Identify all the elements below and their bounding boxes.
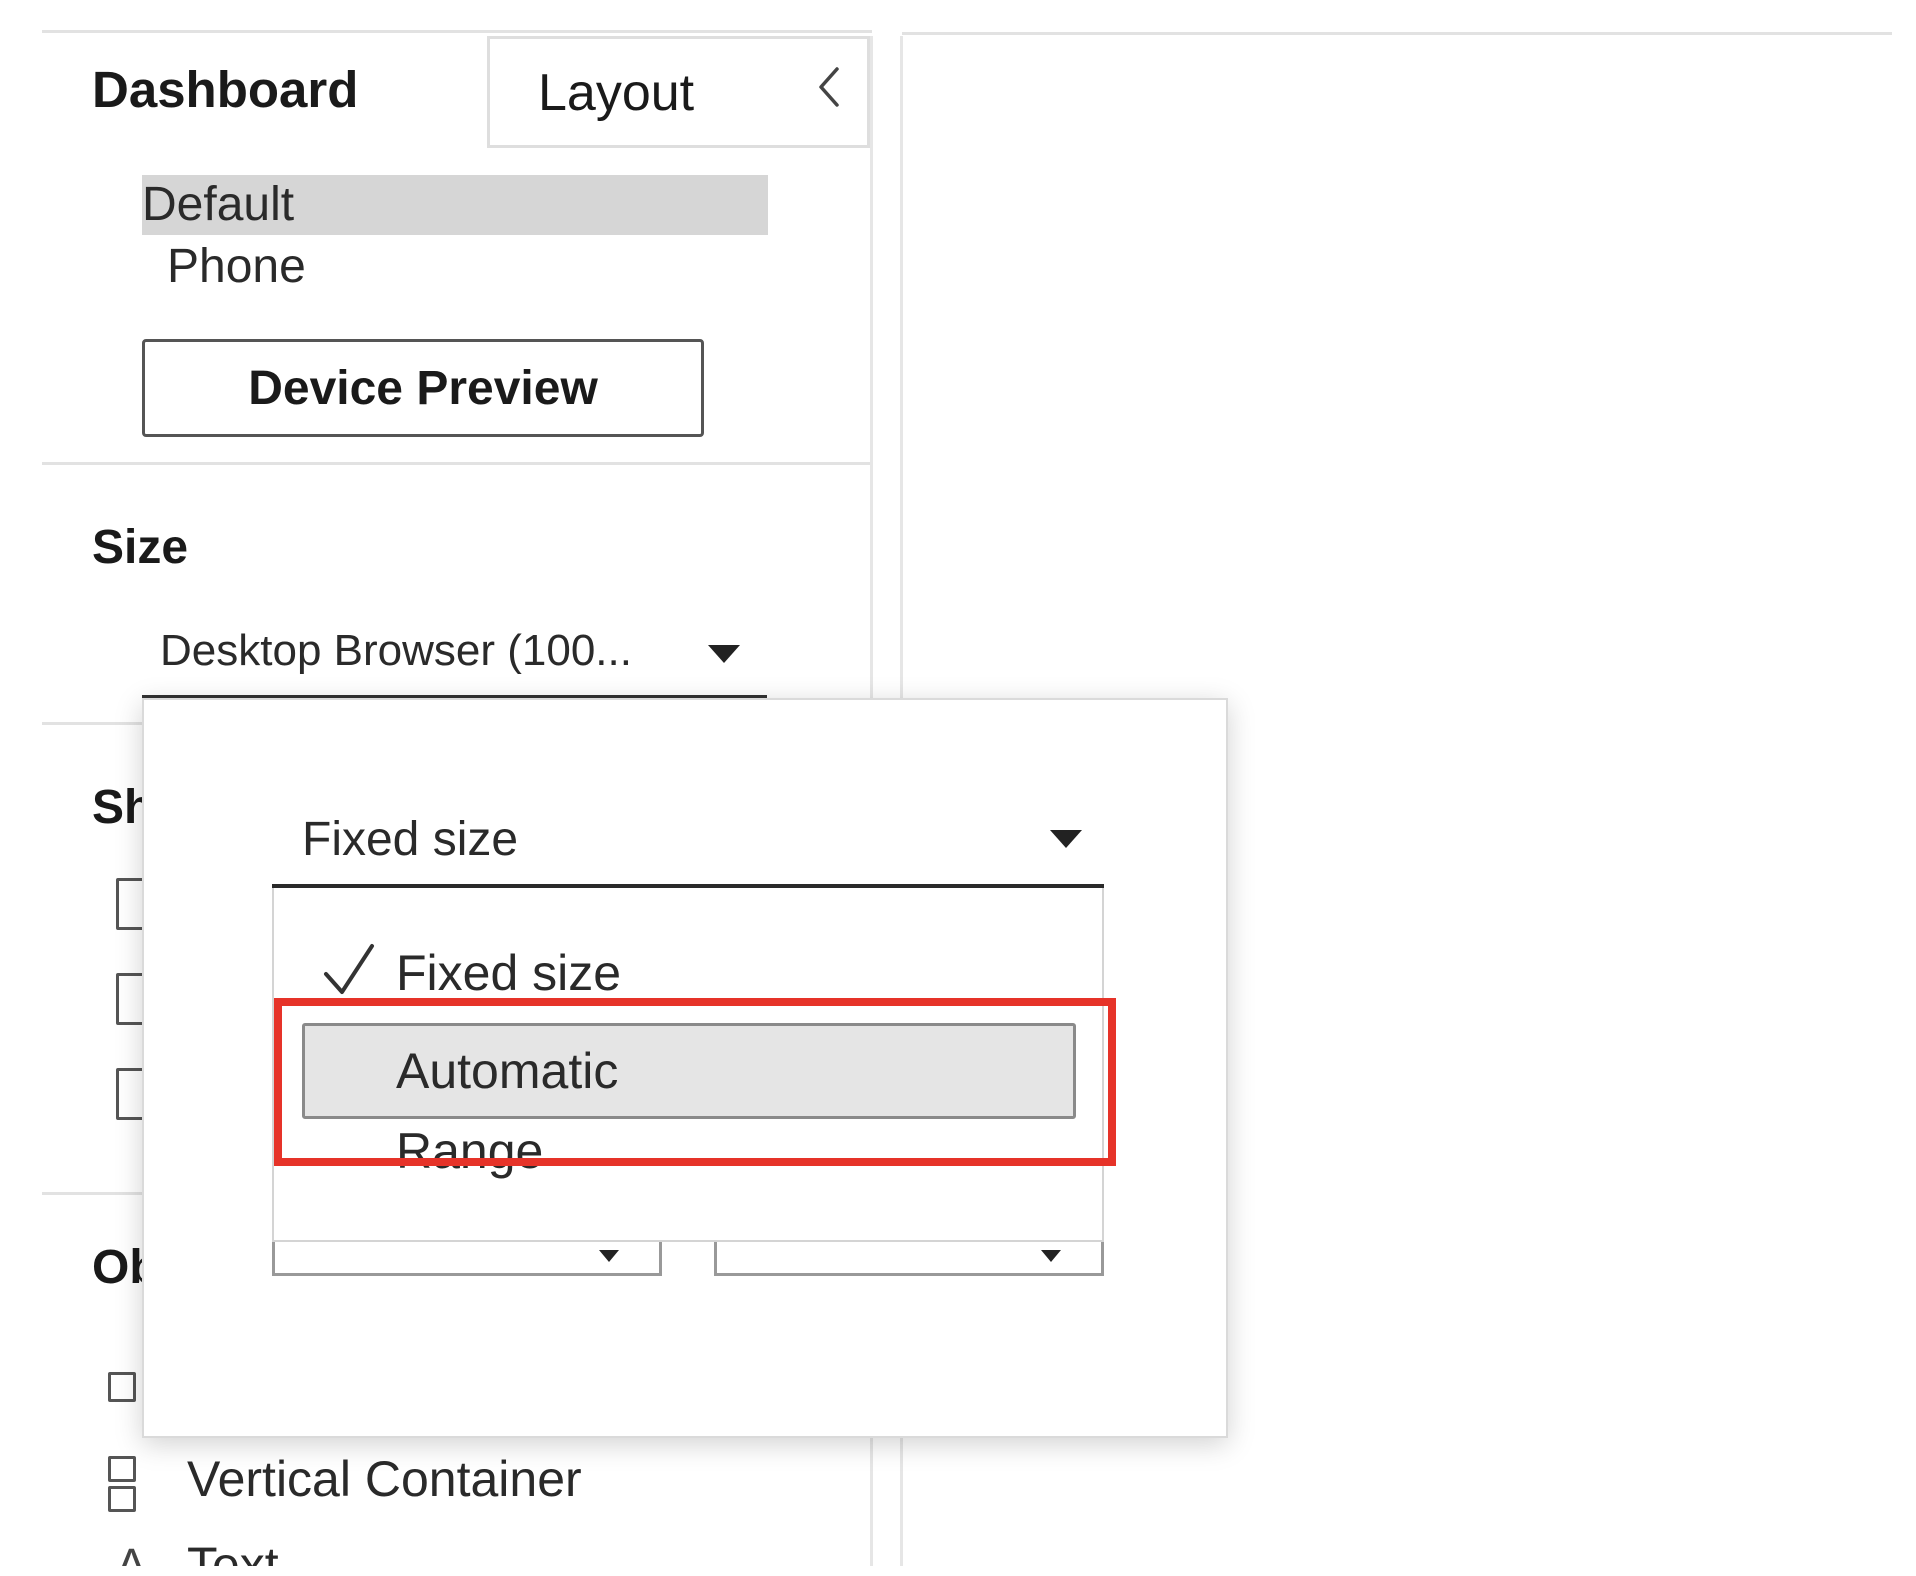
- tab-layout-label: Layout: [538, 64, 695, 122]
- layout-item-label: Phone: [167, 240, 306, 293]
- chevron-down-icon: [599, 1250, 619, 1262]
- vertical-container-icon-lower: [108, 1486, 136, 1512]
- size-select-value: Desktop Browser (100...: [160, 626, 632, 675]
- tab-dashboard[interactable]: Dashboard: [92, 60, 358, 119]
- device-preview-button[interactable]: Device Preview: [142, 339, 704, 437]
- vertical-container-icon: [108, 1456, 136, 1482]
- option-label: Fixed size: [396, 945, 622, 1001]
- horizontal-container-icon: [108, 1372, 136, 1402]
- app-window: Dashboard Layout Default Phone Device Pr…: [0, 0, 1916, 1576]
- layout-item-label: Default: [142, 178, 295, 231]
- width-select[interactable]: [272, 1242, 662, 1276]
- section-divider-2: [42, 722, 142, 725]
- size-mode-select[interactable]: Fixed size: [272, 808, 1104, 888]
- section-divider-1: [42, 462, 870, 465]
- size-mode-select-value: Fixed size: [302, 813, 519, 866]
- object-text[interactable]: Text: [187, 1540, 279, 1566]
- size-section-title: Size: [92, 521, 189, 574]
- object-vertical-container[interactable]: Vertical Container: [187, 1450, 582, 1508]
- tab-layout[interactable]: Layout: [487, 36, 870, 148]
- chevron-down-icon: [708, 645, 740, 663]
- chevron-down-icon: [1050, 830, 1082, 848]
- top-divider-right: [902, 32, 1892, 35]
- chevron-down-icon: [1041, 1250, 1061, 1262]
- text-object-icon: A: [116, 1540, 147, 1566]
- highlight-annotation: [274, 998, 1116, 1166]
- top-divider-left: [42, 30, 872, 33]
- layout-item-phone[interactable]: Phone: [167, 237, 567, 297]
- height-select[interactable]: [714, 1242, 1104, 1276]
- layout-item-default[interactable]: Default: [142, 175, 768, 235]
- size-select[interactable]: Desktop Browser (100...: [142, 615, 767, 698]
- partial-object-row: A Text: [42, 1540, 892, 1566]
- check-icon: [322, 940, 378, 1000]
- section-divider-3: [42, 1192, 142, 1195]
- chevron-left-icon[interactable]: [813, 63, 845, 111]
